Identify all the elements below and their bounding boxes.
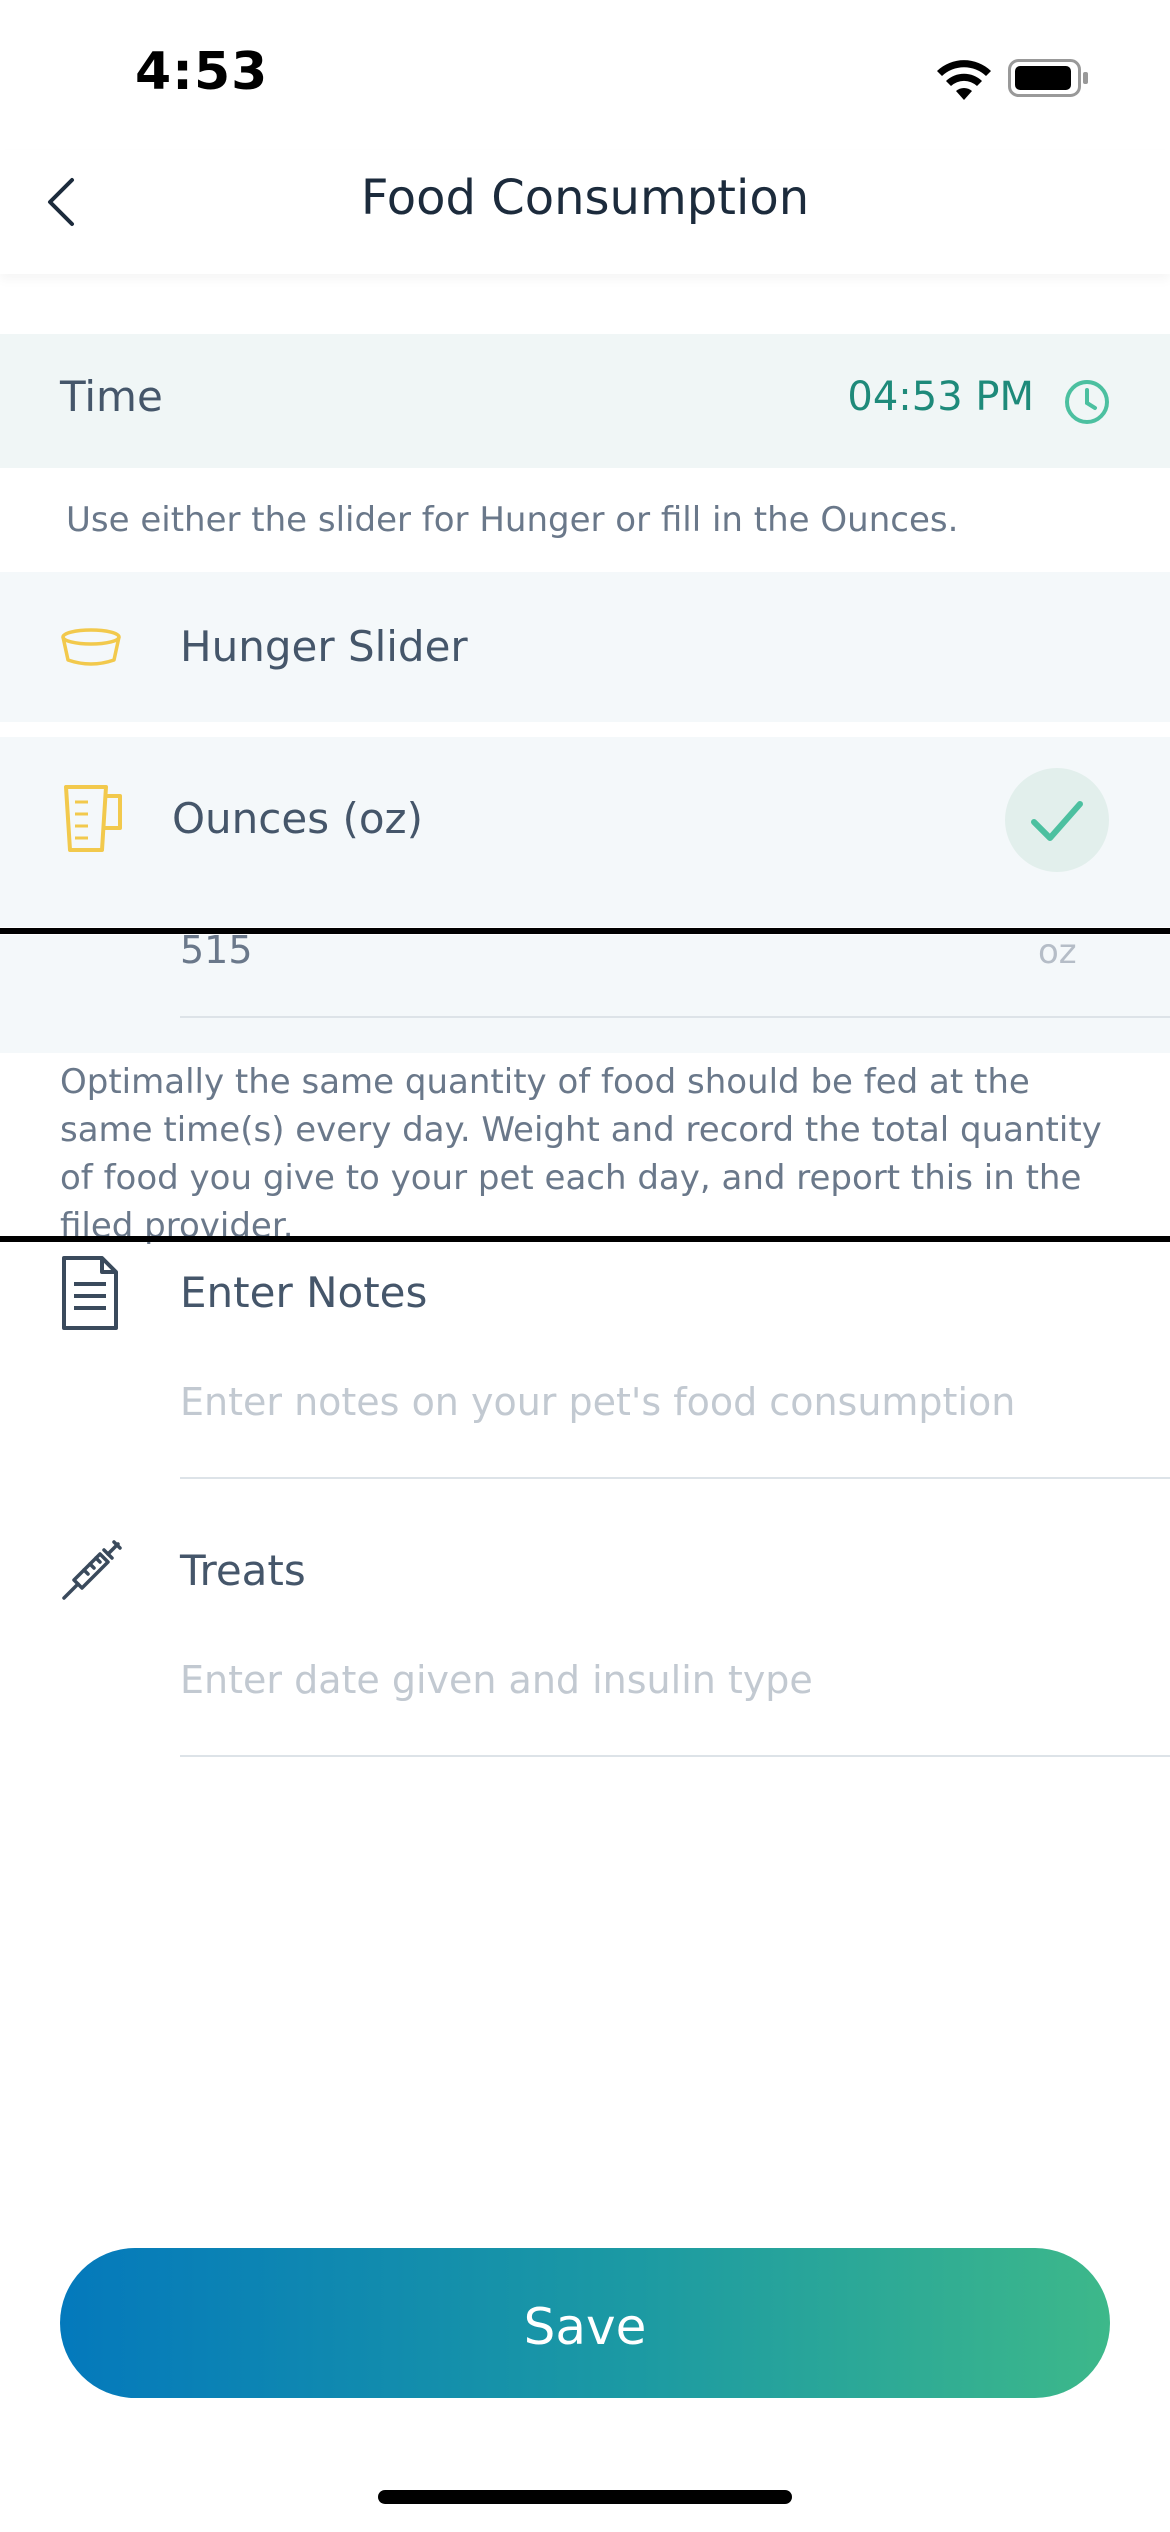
wifi-icon xyxy=(937,60,991,100)
save-button-label: Save xyxy=(523,2298,647,2356)
info-text: Optimally the same quantity of food shou… xyxy=(60,1062,1102,1246)
bowl-icon xyxy=(61,628,121,666)
hunger-slider-label: Hunger Slider xyxy=(180,622,468,671)
input-underline xyxy=(180,1477,1170,1479)
notes-icon xyxy=(62,1256,118,1330)
time-label: Time xyxy=(60,372,163,421)
jug-icon xyxy=(64,785,122,852)
divider xyxy=(0,1236,1170,1242)
clock-icon[interactable] xyxy=(1063,378,1111,426)
page-title: Food Consumption xyxy=(360,170,810,226)
syringe-icon xyxy=(62,1540,122,1600)
divider xyxy=(0,928,1170,934)
ounces-input[interactable]: 515 xyxy=(180,928,253,972)
status-time: 4:53 xyxy=(135,42,269,102)
check-icon xyxy=(1031,801,1083,841)
input-underline xyxy=(180,1016,1170,1018)
ounces-label: Ounces (oz) xyxy=(172,794,423,843)
save-button[interactable]: Save xyxy=(60,2248,1110,2398)
treats-label: Treats xyxy=(180,1546,306,1595)
battery-icon xyxy=(1008,59,1088,97)
ounces-input-row[interactable] xyxy=(0,935,1170,1053)
notes-input[interactable] xyxy=(180,1380,1140,1424)
input-underline xyxy=(180,1755,1170,1757)
notes-label: Enter Notes xyxy=(180,1268,428,1317)
hint-text: Use either the slider for Hunger or fill… xyxy=(66,500,959,540)
time-value[interactable]: 04:53 PM xyxy=(780,374,1034,420)
home-indicator xyxy=(378,2490,792,2504)
hunger-slider-option[interactable] xyxy=(0,572,1170,722)
treats-input[interactable] xyxy=(180,1658,1140,1702)
ounces-unit: oz xyxy=(1038,932,1077,972)
